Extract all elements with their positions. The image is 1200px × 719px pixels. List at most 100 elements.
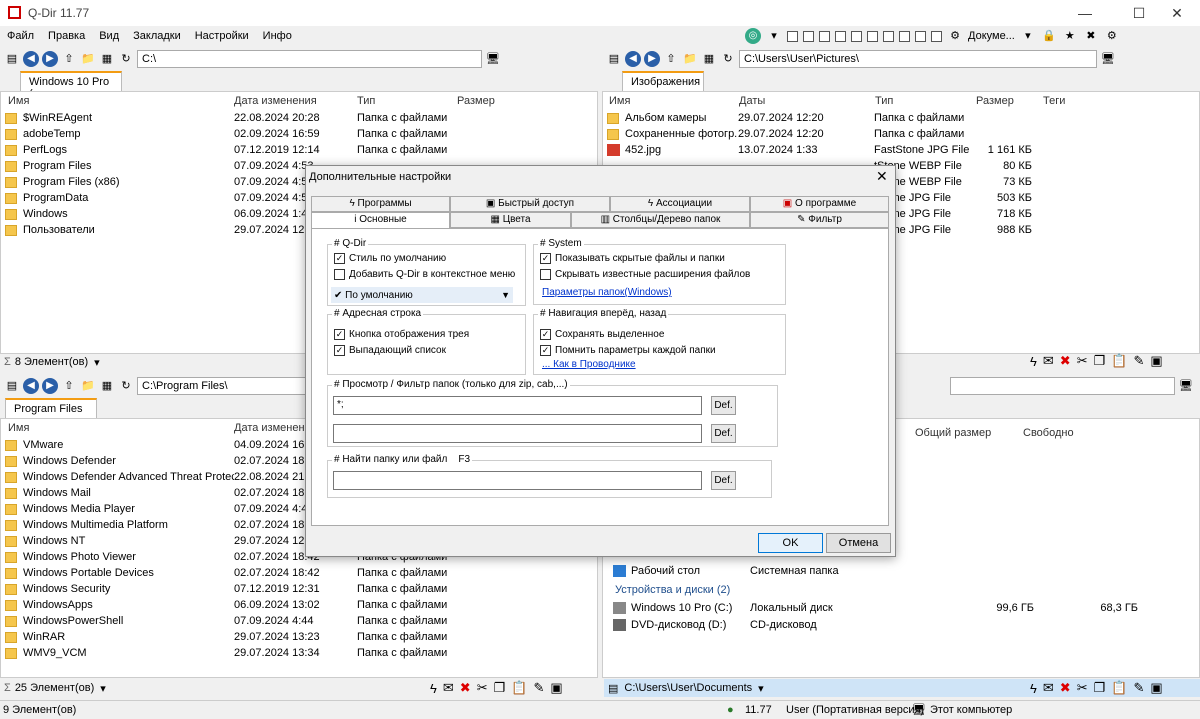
paste-icon[interactable]: 📋	[1111, 680, 1127, 696]
flash-icon[interactable]: ϟ	[430, 681, 437, 696]
tab-quick-access[interactable]: ▣ Быстрый доступ	[450, 196, 610, 212]
find-input[interactable]	[333, 471, 702, 490]
remember-params-checkbox[interactable]: ✓ Помнить параметры каждой папки	[540, 345, 716, 356]
tab-columns[interactable]: ▥ Столбцы/Дерево папок	[571, 212, 750, 228]
copy-icon[interactable]: ❐	[1094, 680, 1106, 696]
col-type[interactable]: Тип	[357, 95, 457, 107]
list-item[interactable]: Windows 10 Pro (C:) Локальный диск 99,6 …	[609, 600, 1138, 616]
tree-icon[interactable]: ▤	[4, 52, 20, 66]
rename-icon[interactable]: ✎	[1133, 680, 1144, 696]
view-icon[interactable]: ▦	[701, 52, 717, 66]
up-icon[interactable]: ⇧	[61, 379, 77, 393]
delete-icon[interactable]: ✖	[1060, 353, 1071, 369]
table-row[interactable]: WindowsPowerShell 07.09.2024 4:44 Папка с …	[1, 613, 597, 629]
tree-icon[interactable]: ▤	[4, 379, 20, 393]
back-icon[interactable]: ◀	[23, 51, 39, 67]
col-free[interactable]: Свободно	[1023, 427, 1074, 439]
up-icon[interactable]: ⇧	[663, 52, 679, 66]
tab-colors[interactable]: ▦ Цвета	[450, 212, 571, 228]
address-bar-br[interactable]	[950, 377, 1175, 395]
col-name[interactable]: Имя	[603, 95, 739, 107]
rename-icon[interactable]: ✎	[533, 680, 544, 696]
table-row[interactable]: 452.jpg 13.07.2024 1:33 FastStone JPG File…	[603, 142, 1199, 158]
monitor-icon[interactable]: 🖥	[485, 52, 501, 66]
default-button-3[interactable]: Def.	[711, 471, 736, 490]
cut-icon[interactable]: ✂	[477, 680, 488, 696]
table-row[interactable]: WinRAR 29.07.2024 13:23 Папка с файлами	[1, 629, 597, 645]
star-icon[interactable]: ★	[1062, 29, 1078, 43]
layout-2-icon[interactable]	[803, 30, 814, 42]
col-date[interactable]: Дата изменения	[234, 95, 357, 107]
monitor-icon[interactable]: 🖥	[1100, 52, 1116, 66]
globe-icon[interactable]: ◎	[745, 28, 761, 44]
table-row[interactable]: adobeTemp 02.09.2024 16:59 Папка с файлами	[1, 126, 597, 142]
close-tab-icon[interactable]: ✖	[1083, 29, 1099, 43]
table-row[interactable]: WMV9_VCM 29.07.2024 13:34 Папка с файлами	[1, 645, 597, 661]
copy-icon[interactable]: ❐	[494, 680, 506, 696]
filter-input-1[interactable]: *;	[333, 396, 702, 415]
chevron-down-icon[interactable]: ▾	[94, 356, 100, 369]
default-button-2[interactable]: Def.	[711, 424, 736, 443]
table-row[interactable]: Сохраненные фотогр... 29.07.2024 12:20 Пап…	[603, 126, 1199, 142]
cancel-button[interactable]: Отмена	[826, 533, 891, 553]
gear-icon[interactable]: ⚙	[1104, 29, 1120, 43]
forward-icon[interactable]: ▶	[644, 51, 660, 67]
table-row[interactable]: Windows Security 07.12.2019 12:31 Папка с …	[1, 581, 597, 597]
refresh-icon[interactable]: ↻	[118, 52, 134, 66]
tab-filter[interactable]: ✎ Фильтр	[750, 212, 889, 228]
properties-icon[interactable]: ▣	[550, 680, 562, 696]
refresh-icon[interactable]: ↻	[720, 52, 736, 66]
dropdown-list-checkbox[interactable]: ✓ Выпадающий список	[334, 345, 446, 356]
properties-icon[interactable]: ▣	[1150, 353, 1162, 369]
lock-icon[interactable]: 🔒	[1041, 29, 1057, 43]
table-row[interactable]: Windows Portable Devices 02.07.2024 18:42…	[1, 565, 597, 581]
refresh-icon[interactable]: ↻	[118, 379, 134, 393]
col-size[interactable]: Размер	[976, 95, 1043, 107]
new-folder-icon[interactable]: 📁	[80, 379, 96, 393]
layout-5-icon[interactable]	[851, 30, 862, 42]
layout-6-icon[interactable]	[867, 30, 878, 42]
list-item[interactable]: Рабочий стол Системная папка	[609, 563, 839, 579]
flash-icon[interactable]: ϟ	[1030, 681, 1037, 696]
group-header[interactable]: Устройства и диски (2)	[615, 584, 730, 596]
tab-tl[interactable]: Windows 10 Pro ( ...	[20, 71, 122, 100]
tab-associations[interactable]: ϟ Ассоциации	[610, 196, 750, 212]
menu-view[interactable]: Вид	[92, 28, 126, 44]
address-bar-tr[interactable]: C:\Users\User\Pictures\	[739, 50, 1097, 68]
menu-bookmarks[interactable]: Закладки	[126, 28, 188, 44]
ok-button[interactable]: OK	[758, 533, 823, 553]
col-size[interactable]: Размер	[457, 95, 495, 107]
tab-about[interactable]: ▣ О программе	[750, 196, 889, 212]
col-type[interactable]: Тип	[875, 95, 976, 107]
layout-8-icon[interactable]	[899, 30, 910, 42]
show-hidden-checkbox[interactable]: ✓ Показывать скрытые файлы и папки	[540, 253, 725, 264]
new-folder-icon[interactable]: 📁	[682, 52, 698, 66]
like-explorer-link[interactable]: ... Как в Проводнике	[542, 359, 636, 370]
view-icon[interactable]: ▦	[99, 52, 115, 66]
docs-icon[interactable]: ⚙	[947, 29, 963, 43]
paste-icon[interactable]: 📋	[1111, 353, 1127, 369]
default-style-checkbox[interactable]: ✓ Стиль по умолчанию	[334, 253, 446, 264]
back-icon[interactable]: ◀	[23, 378, 39, 394]
tab-general[interactable]: i Основные	[311, 212, 450, 229]
list-item[interactable]: DVD-дисковод (D:) CD-дисковод	[609, 617, 817, 633]
style-select[interactable]: ✔ По умолчанию ▼	[331, 287, 513, 303]
table-row[interactable]: $WinREAgent 22.08.2024 20:28 Папка с файла…	[1, 110, 597, 126]
chevron-down-icon[interactable]: ▾	[758, 682, 764, 695]
monitor-icon[interactable]: 🖥	[1178, 379, 1194, 393]
tree-icon[interactable]: ▤	[608, 682, 618, 695]
delete-icon[interactable]: ✖	[1060, 680, 1071, 696]
default-button-1[interactable]: Def.	[711, 396, 736, 415]
dialog-close-icon[interactable]: ✕	[876, 168, 888, 185]
menu-info[interactable]: Инфо	[256, 28, 299, 44]
layout-7-icon[interactable]	[883, 30, 894, 42]
flash-icon[interactable]: ϟ	[1030, 354, 1037, 369]
forward-icon[interactable]: ▶	[42, 51, 58, 67]
layout-10-icon[interactable]	[931, 30, 942, 42]
hide-extensions-checkbox[interactable]: Скрывать известные расширения файлов	[540, 269, 750, 280]
address-bar-tl[interactable]: C:\	[137, 50, 482, 68]
forward-icon[interactable]: ▶	[42, 378, 58, 394]
menu-file[interactable]: Файл	[0, 28, 41, 44]
filter-input-2[interactable]	[333, 424, 702, 443]
col-tags[interactable]: Теги	[1043, 95, 1065, 107]
